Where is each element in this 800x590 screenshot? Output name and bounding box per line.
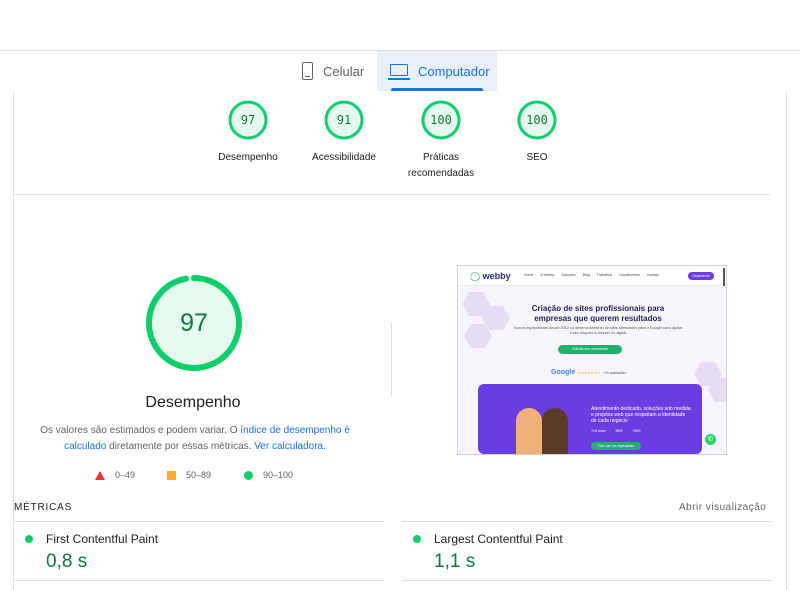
legend-range: 0–49 (115, 470, 136, 480)
category-gauges: 97 Desempenho 91 Acessibilidade 100 Prát… (0, 100, 800, 186)
active-tab-indicator (391, 88, 483, 91)
metric-divider (402, 580, 772, 581)
metric-divider (402, 521, 772, 522)
metric-value: 0,8 s (46, 551, 88, 572)
gauge-label-line: Desempenho (218, 152, 278, 163)
performance-description: Os valores são estimados e podem variar.… (40, 423, 350, 455)
monitor-icon (388, 63, 410, 80)
page-screenshot-thumbnail: ◯ webby Home A Webby Soluções Blog Traba… (457, 265, 727, 455)
google-logo: Google (551, 369, 576, 376)
avatar (516, 408, 542, 454)
tab-desktop-label: Computador (418, 63, 490, 79)
thumb-stat: +13 anos (591, 429, 606, 433)
pass-dot-icon (25, 535, 33, 543)
score-legend: 0–49 50–89 90–100 (0, 470, 400, 484)
whatsapp-icon: ✆ (705, 434, 716, 445)
thumb-nav-link: Blog (582, 273, 590, 277)
thumb-nav-link: A Webby (540, 273, 555, 277)
avatar (542, 408, 568, 454)
metrics-title: MÉTRICAS (14, 502, 73, 513)
legend-range: 90–100 (263, 470, 294, 480)
legend-fail: 0–49 (95, 470, 135, 480)
tab-mobile-label: Celular (323, 63, 365, 79)
gauge-score: 97 (240, 113, 256, 127)
performance-title: Desempenho (145, 394, 241, 411)
performance-gauge: 97 (145, 274, 243, 372)
thumb-nav-link: Contato (646, 273, 660, 277)
thumb-panel-text: Atendimento dedicado, soluções sob medid… (591, 406, 691, 424)
gauge-label-line: Práticas (422, 152, 460, 163)
thumb-stat: 98% (615, 429, 623, 433)
gauge-ring: 100 (421, 100, 461, 140)
description-text: diretamente por essas métricas. (106, 441, 255, 452)
thumb-headline: Criação de sites profissionais para empr… (498, 304, 698, 324)
metric-name: First Contentful Paint (46, 532, 159, 546)
metric-divider (14, 580, 384, 581)
thumb-scrollbar (723, 268, 725, 286)
gauge-label: SEO (487, 150, 587, 166)
gauge-performance[interactable]: 97 Desempenho (198, 100, 298, 166)
thumb-button: Solicite seu orçamento (558, 345, 622, 354)
gauge-score: 100 (526, 113, 548, 127)
tab-mobile[interactable]: Celular (290, 51, 377, 91)
circle-icon (244, 470, 253, 480)
gauge-label: Acessibilidade (294, 150, 394, 166)
metric-divider (14, 521, 384, 522)
legend-average: 50–89 (167, 470, 211, 480)
thumb-nav-link: Trabalhos (596, 273, 613, 277)
legend-pass: 90–100 (244, 470, 293, 480)
expand-view-toggle[interactable]: Abrir visualização (679, 502, 766, 513)
thumb-logo: ◯ webby (470, 271, 511, 282)
description-text: Os valores são estimados e podem variar.… (40, 425, 241, 436)
gauge-ring: 97 (228, 100, 268, 140)
triangle-icon (95, 470, 105, 480)
metric-value: 1,1 s (434, 551, 476, 572)
gauge-seo[interactable]: 100 SEO (487, 100, 587, 166)
thumb-nav-link: Home (524, 273, 534, 277)
thumb-nav-link: Soluções (561, 273, 576, 277)
gauge-accessibility[interactable]: 91 Acessibilidade (294, 100, 394, 166)
logo-mark: ◯ (470, 271, 483, 281)
performance-score: 97 (180, 309, 208, 337)
thumb-headline-line: empresas que querem resultados (534, 314, 662, 323)
thumb-cta: Orçamento (688, 272, 714, 280)
gauge-best-practices[interactable]: 100 Práticas recomendadas (391, 100, 491, 182)
thumb-feature-panel: Atendimento dedicado, soluções sob medid… (478, 384, 702, 454)
gauge-label: Desempenho (198, 150, 298, 166)
device-tabs: Celular Computador (0, 51, 800, 91)
top-bar (0, 0, 800, 51)
gauge-ring: 100 (517, 100, 557, 140)
thumb-navbar: ◯ webby Home A Webby Soluções Blog Traba… (458, 266, 726, 286)
thumb-headline-line: Criação de sites profissionais para (531, 304, 665, 313)
gauge-label-line: recomendadas (407, 168, 475, 179)
rating-stars: ★★★★★ 5.0 (578, 370, 600, 375)
thumb-stat: +800 (632, 429, 641, 433)
gauge-label-line: SEO (526, 152, 548, 163)
square-icon (167, 470, 176, 480)
calculator-link[interactable]: Ver calculadora. (254, 441, 326, 452)
phone-icon (302, 62, 313, 80)
thumb-google-rating: Google ★★★★★ 5.0 • 90 avaliações (551, 369, 626, 376)
legend-range: 50–89 (186, 470, 212, 480)
tab-desktop[interactable]: Computador (377, 51, 497, 91)
gauge-label: Práticas recomendadas (391, 150, 491, 182)
gauge-label-line: Acessibilidade (312, 152, 376, 163)
section-divider (14, 194, 770, 195)
gauge-score: 91 (336, 113, 352, 127)
thumb-nav-link: Depoimentos (619, 273, 640, 277)
thumb-subtext: Somos especialistas desde 2012 no desenv… (513, 326, 683, 335)
thumb-stats: +13 anos 98% +800 (591, 429, 691, 433)
column-divider (391, 322, 392, 397)
thumb-panel-button: Fale com um especialista (591, 442, 641, 450)
review-count: • 90 avaliações (602, 370, 627, 375)
gauge-score: 100 (430, 113, 452, 127)
metric-name: Largest Contentful Paint (434, 532, 563, 546)
thumb-nav-links: Home A Webby Soluções Blog Trabalhos Dep… (524, 273, 659, 277)
pass-dot-icon (413, 535, 421, 543)
logo-text: webby (482, 271, 511, 281)
gauge-ring: 91 (324, 100, 364, 140)
